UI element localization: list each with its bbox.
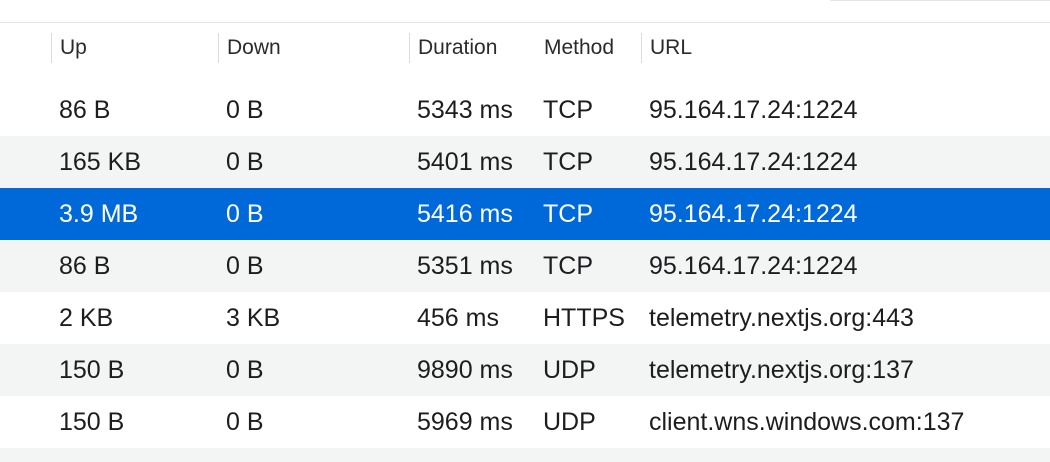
column-header-url[interactable]: URL xyxy=(641,33,1041,63)
table-body: 86 B 0 B 5343 ms TCP 95.164.17.24:1224 1… xyxy=(0,84,1050,462)
cell-up: 3.9 MB xyxy=(59,200,139,228)
cell-up: 86 B xyxy=(59,96,111,124)
cell-url: 95.164.17.24:1224 xyxy=(649,200,858,228)
cell-method: TCP xyxy=(543,200,593,228)
cell-url: 95.164.17.24:1224 xyxy=(649,148,858,176)
cell-duration: 5401 ms xyxy=(417,148,513,176)
cell-method: TCP xyxy=(543,96,593,124)
cell-up: 150 B xyxy=(59,356,125,384)
cell-duration: 5416 ms xyxy=(417,200,513,228)
cell-method: HTTPS xyxy=(543,304,625,332)
cell-down: 0 B xyxy=(226,356,264,384)
table-row[interactable]: 2 KB 3 KB 456 ms HTTPS telemetry.nextjs.… xyxy=(0,292,1050,344)
table-header: Up Down Duration Method URL xyxy=(0,23,1050,73)
table-row[interactable]: 86 B 0 B 5351 ms TCP 95.164.17.24:1224 xyxy=(0,240,1050,292)
cell-up: 165 KB xyxy=(59,148,142,176)
column-header-duration[interactable]: Duration xyxy=(409,33,534,63)
cell-url: 95.164.17.24:1224 xyxy=(649,96,858,124)
cell-duration: 456 ms xyxy=(417,304,499,332)
cell-down: 0 B xyxy=(226,148,264,176)
cell-up: 2 KB xyxy=(59,304,114,332)
cell-url: 95.164.17.24:1224 xyxy=(649,252,858,280)
cell-up: 86 B xyxy=(59,252,111,280)
cell-down: 0 B xyxy=(226,96,264,124)
cell-url: telemetry.nextjs.org:137 xyxy=(649,356,914,384)
cell-down: 0 B xyxy=(226,200,264,228)
column-header-up[interactable]: Up xyxy=(51,33,217,63)
search-field-edge xyxy=(830,0,1050,1)
cell-down: 0 B xyxy=(226,408,264,436)
column-header-method[interactable]: Method xyxy=(535,33,640,63)
table-row[interactable]: 165 KB 0 B 5401 ms TCP 95.164.17.24:1224 xyxy=(0,136,1050,188)
cell-duration: 9890 ms xyxy=(417,356,513,384)
column-header-down[interactable]: Down xyxy=(218,33,408,63)
table-row[interactable]: 150 B 0 B 9890 ms UDP telemetry.nextjs.o… xyxy=(0,344,1050,396)
table-row-empty xyxy=(0,448,1050,462)
cell-method: TCP xyxy=(543,148,593,176)
cell-method: UDP xyxy=(543,356,596,384)
cell-method: TCP xyxy=(543,252,593,280)
cell-down: 0 B xyxy=(226,252,264,280)
table-row-selected[interactable]: 3.9 MB 0 B 5416 ms TCP 95.164.17.24:1224 xyxy=(0,188,1050,240)
network-table-view: Up Down Duration Method URL 86 B 0 B 534… xyxy=(0,0,1050,462)
cell-method: UDP xyxy=(543,408,596,436)
cell-duration: 5969 ms xyxy=(417,408,513,436)
cell-duration: 5343 ms xyxy=(417,96,513,124)
cell-url: client.wns.windows.com:137 xyxy=(649,408,965,436)
cell-up: 150 B xyxy=(59,408,125,436)
table-row[interactable]: 150 B 0 B 5969 ms UDP client.wns.windows… xyxy=(0,396,1050,448)
cell-url: telemetry.nextjs.org:443 xyxy=(649,304,914,332)
cell-duration: 5351 ms xyxy=(417,252,513,280)
cell-down: 3 KB xyxy=(226,304,281,332)
table-row[interactable]: 86 B 0 B 5343 ms TCP 95.164.17.24:1224 xyxy=(0,84,1050,136)
toolbar-divider xyxy=(0,0,1050,23)
